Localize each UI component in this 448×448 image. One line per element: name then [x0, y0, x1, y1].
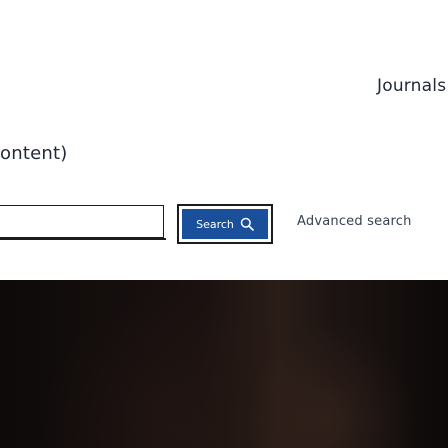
hero-image [0, 280, 448, 448]
search-button-focus-ring: Search [177, 204, 273, 244]
page: Journals ontent) Search Advanced search [0, 0, 448, 448]
advanced-search-link[interactable]: Advanced search [297, 214, 412, 229]
search-input[interactable] [0, 205, 164, 238]
search-context-text: ontent) [0, 143, 68, 164]
journals-link[interactable]: Journals [377, 76, 446, 96]
search-button-label: Search [196, 217, 234, 231]
search-button[interactable]: Search [182, 209, 268, 239]
search-icon [240, 217, 254, 231]
search-input-underline [0, 238, 166, 240]
